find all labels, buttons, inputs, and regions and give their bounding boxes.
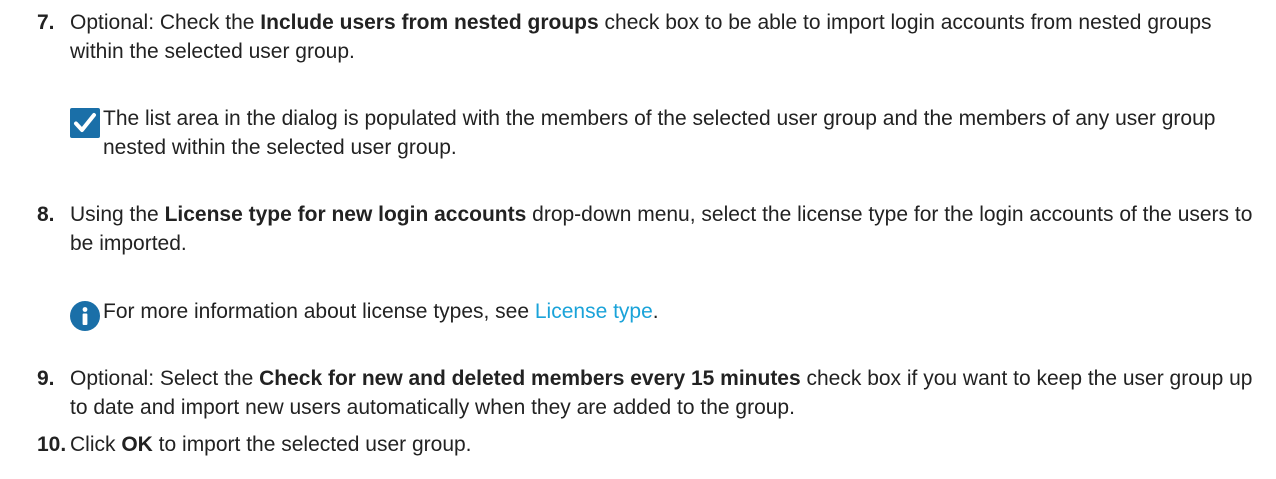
step-text: Click OK to import the selected user gro… [70,433,472,456]
step-10: 10. Click OK to import the selected user… [37,430,1267,459]
result-note-text: The list area in the dialog is populated… [103,107,1216,159]
ui-element-name: OK [121,433,153,456]
step-text: Using the License type for new login acc… [70,203,1253,255]
info-icon [70,301,100,331]
info-note: For more information about license types… [70,297,1250,331]
step-number: 10. [37,433,67,456]
result-note: The list area in the dialog is populated… [70,104,1250,162]
license-type-link[interactable]: License type [535,300,653,323]
ui-element-name: Include users from nested groups [260,11,599,34]
info-note-text: For more information about license types… [103,300,659,323]
step-text: Optional: Check the Include users from n… [70,11,1212,63]
step-9: 9. Optional: Select the Check for new an… [37,364,1267,422]
step-number: 8. [37,203,55,226]
checkmark-icon [70,108,100,138]
step-8: 8. Using the License type for new login … [37,200,1267,258]
step-number: 9. [37,367,55,390]
step-text: Optional: Select the Check for new and d… [70,367,1253,419]
step-7: 7. Optional: Check the Include users fro… [37,8,1267,66]
step-number: 7. [37,11,55,34]
ui-element-name: Check for new and deleted members every … [259,367,801,390]
ui-element-name: License type for new login accounts [164,203,527,226]
